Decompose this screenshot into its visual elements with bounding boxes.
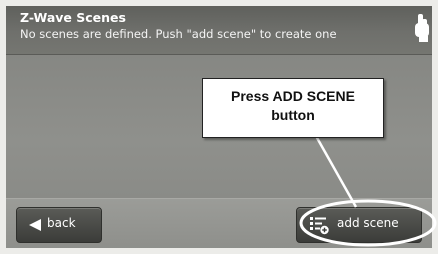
list-add-icon [310, 217, 329, 235]
page-title: Z-Wave Scenes [20, 10, 126, 25]
back-button-label: back [47, 216, 76, 230]
callout-line-1: Press ADD SCENE [231, 88, 355, 104]
callout-text: Press ADD SCENE button [203, 87, 383, 125]
bottom-toolbar: back add scene [6, 198, 432, 248]
header-bar: Z-Wave Scenes No scenes are defined. Pus… [6, 6, 432, 55]
add-scene-button[interactable]: add scene [296, 207, 422, 243]
instruction-callout: Press ADD SCENE button [202, 78, 384, 138]
page-subtitle: No scenes are defined. Push "add scene" … [20, 27, 337, 41]
back-button[interactable]: back [16, 207, 102, 243]
left-arrow-icon [29, 219, 41, 231]
add-scene-button-label: add scene [337, 216, 399, 230]
callout-line-2: button [271, 107, 315, 123]
screenshot-frame: Z-Wave Scenes No scenes are defined. Pus… [0, 0, 438, 254]
hand-pointer-icon[interactable] [413, 10, 432, 44]
